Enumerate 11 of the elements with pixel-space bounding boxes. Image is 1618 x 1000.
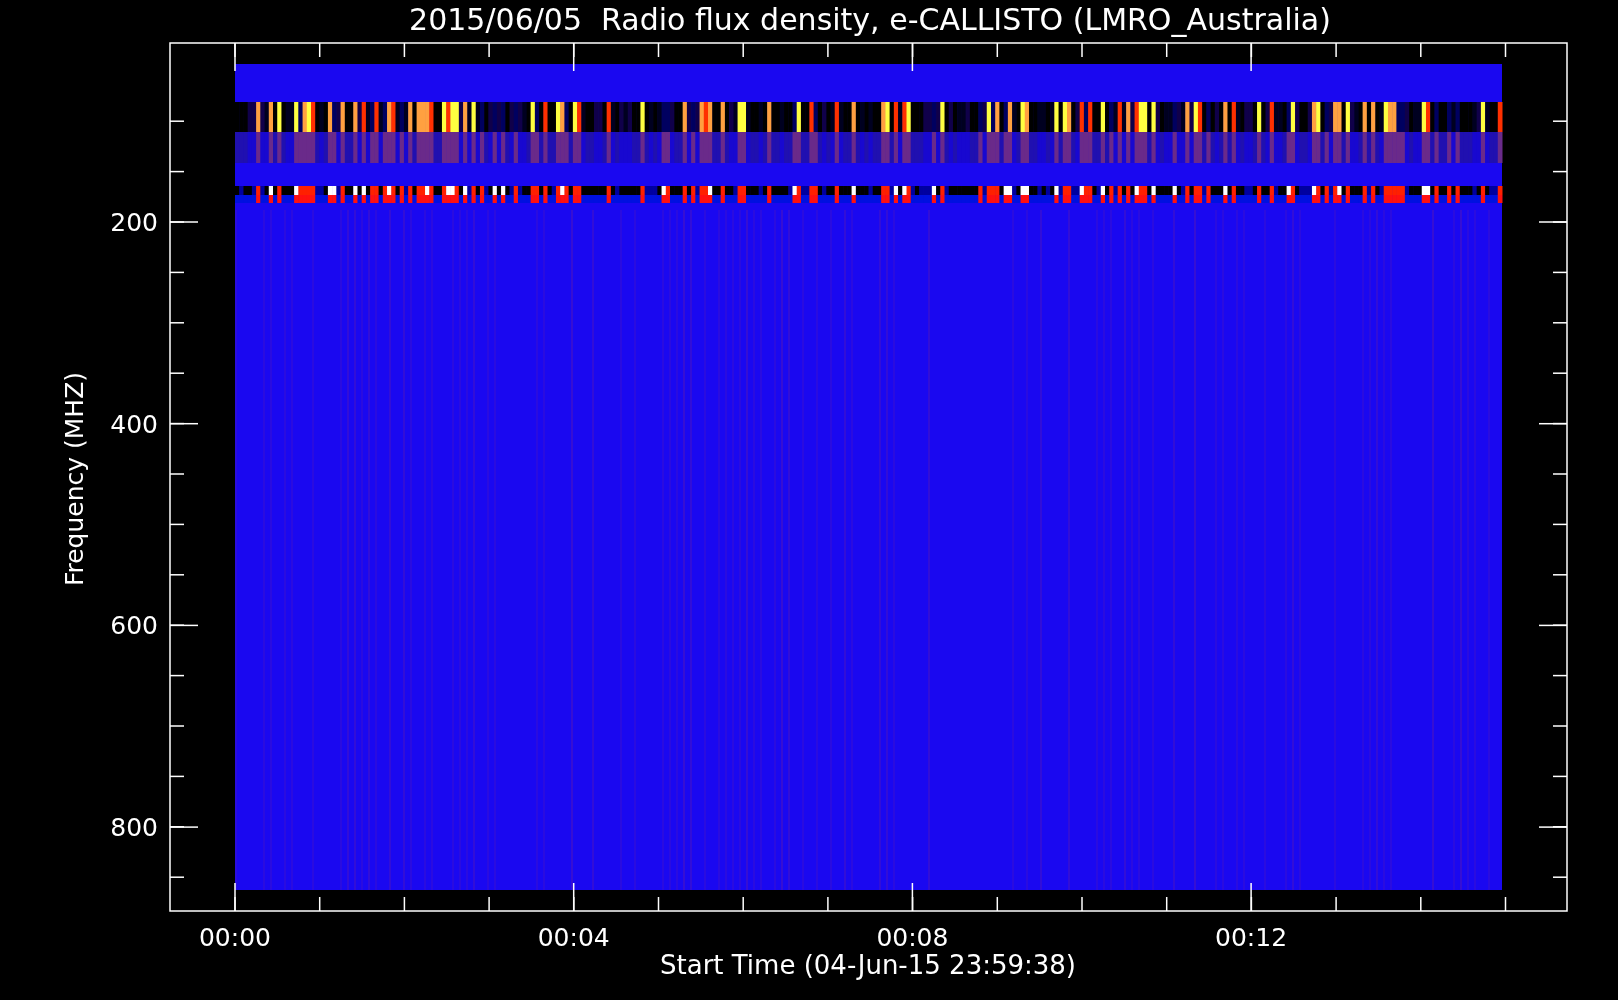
chart-title: 2015/06/05 Radio flux density, e-CALLISTO (LMRO_Australia): [409, 2, 1331, 37]
y-tick-label: 400: [110, 409, 158, 439]
y-tick-label: 200: [110, 208, 158, 237]
x-tick-label: 00:08: [876, 923, 949, 952]
x-tick-label: 00:00: [199, 923, 271, 952]
y-tick-label: 800: [110, 813, 158, 843]
x-axis-label: Start Time (04-Jun-15 23:59:38): [660, 950, 1076, 980]
y-axis-label: Frequency (MHZ): [60, 371, 89, 587]
x-tick-label: 00:04: [537, 923, 610, 952]
y-tick-label: 600: [110, 611, 158, 641]
x-tick-label: 00:12: [1215, 923, 1288, 952]
